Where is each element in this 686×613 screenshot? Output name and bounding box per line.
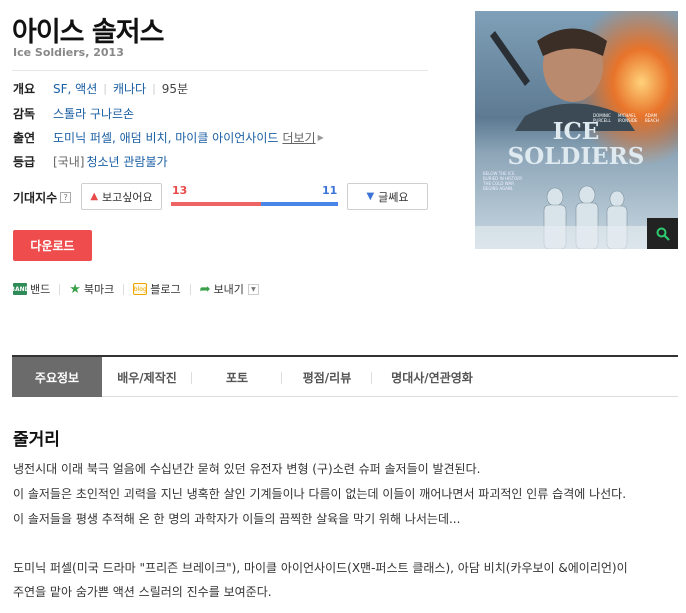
poster-cast3-last: BEACH — [645, 118, 659, 123]
synopsis-line: 도미닉 퍼셀(미국 드라마 "프리즌 브레이크"), 마이클 아이언사이드(X맨… — [13, 561, 628, 575]
movie-title: 아이스 솔저스 — [12, 17, 164, 48]
tab-bar: 주요정보 배우/제작진 포토 평점/리뷰 명대사/연관영화 — [12, 357, 678, 397]
share-band-label: 밴드 — [30, 283, 51, 296]
expectation-bar — [171, 202, 338, 206]
separator: | — [152, 81, 156, 95]
zoom-button[interactable] — [647, 218, 678, 249]
genre-link[interactable]: SF, 액션 — [53, 80, 97, 97]
separator — [59, 283, 61, 295]
chevron-down-icon[interactable]: ▼ — [247, 283, 259, 295]
tab-photo[interactable]: 포토 — [192, 357, 282, 397]
tab-quotes-related[interactable]: 명대사/연관영화 — [372, 357, 492, 397]
grade-link[interactable]: 청소년 관람불가 — [86, 153, 167, 170]
separator — [123, 283, 125, 295]
thumbs-down-icon: ▼ — [366, 191, 375, 202]
share-blog-label: 블로그 — [150, 283, 181, 296]
synopsis-line: 주연을 맡아 숨가쁜 액션 스릴러의 진수를 보여준다. — [13, 585, 272, 599]
poster-tagline4: BEGINS AGAIN. — [483, 186, 513, 191]
synopsis-title: 줄거리 — [13, 430, 60, 450]
poster-cast1-last: PURCELL — [593, 118, 611, 123]
synopsis-line: 냉전시대 이래 북극 얼음에 수십년간 묻혀 있던 유전자 변형 (구)소련 슈… — [13, 462, 481, 476]
info-director: 감독 스톨라 구나르손 — [13, 104, 134, 122]
info-overview: 개요 SF, 액션 | 캐나다 | 95분 — [13, 79, 188, 97]
tab-photo-label: 포토 — [225, 370, 249, 385]
share-bar: BAND 밴드 ★ 북마크 blog 블로그 ➦ 보내기 ▼ — [10, 281, 259, 297]
expectation-label-wrap: 기대지수 ? — [13, 189, 72, 206]
blog-icon: blog — [133, 283, 148, 295]
director-label: 감독 — [13, 106, 36, 121]
country-link[interactable]: 캐나다 — [113, 80, 146, 97]
share-bookmark[interactable]: ★ 북마크 — [69, 281, 114, 297]
synopsis-line: 이 솔저들은 초인적인 괴력을 지닌 냉혹한 살인 기계들이나 다름이 없는데 … — [13, 487, 627, 501]
expectation-label: 기대지수 — [13, 191, 58, 205]
tab-cast-crew-label: 배우/제작진 — [117, 370, 177, 385]
tab-reviews[interactable]: 평점/리뷰 — [282, 357, 372, 397]
download-button[interactable]: 다운로드 — [13, 230, 92, 261]
movie-poster[interactable]: ICE SOLDIERS DOMINIC PURCELL MICHAEL IRO… — [475, 11, 678, 249]
meh-count: 11 — [322, 184, 338, 197]
star-icon: ★ — [69, 281, 81, 297]
cast-label: 출연 — [13, 130, 36, 145]
tab-main-info[interactable]: 주요정보 — [12, 357, 102, 397]
share-send[interactable]: ➦ 보내기 ▼ — [200, 281, 259, 297]
poster-title-line2: SOLDIERS — [508, 143, 645, 170]
cast-link[interactable]: 도미닉 퍼셀, 애덤 비치, 마이클 아이언사이드 — [53, 129, 278, 146]
separator: | — [103, 81, 107, 95]
director-link[interactable]: 스톨라 구나르손 — [53, 105, 134, 122]
divider — [12, 70, 428, 71]
grade-prefix: [국내] — [53, 154, 85, 169]
info-cast: 출연 도미닉 퍼셀, 애덤 비치, 마이클 아이언사이드 더보기 ▶ — [13, 128, 324, 146]
zoom-icon — [656, 227, 670, 241]
share-bookmark-label: 북마크 — [83, 283, 115, 296]
cast-more-link[interactable]: 더보기 — [282, 129, 315, 146]
runtime: 95분 — [161, 81, 189, 96]
share-band[interactable]: BAND 밴드 — [10, 281, 51, 297]
question-icon[interactable]: ? — [60, 192, 72, 203]
chevron-right-icon: ▶ — [317, 132, 324, 142]
band-icon: BAND — [10, 283, 30, 295]
want-to-see-button[interactable]: ▲ 보고싶어요 — [81, 183, 162, 210]
separator — [189, 283, 191, 295]
poster-cast2-last: IRONSIDE — [618, 118, 638, 123]
tab-reviews-label: 평점/리뷰 — [302, 370, 352, 385]
grade-label: 등급 — [13, 154, 36, 169]
not-sure-label: 글쎄요 — [378, 190, 409, 204]
send-icon: ➦ — [199, 281, 211, 297]
synopsis-line: 이 솔저들을 평생 추적해 온 한 명의 과학자가 이들의 끔찍한 살육을 막기… — [13, 512, 461, 526]
overview-label: 개요 — [13, 81, 36, 96]
want-to-see-label: 보고싶어요 — [102, 190, 153, 204]
share-send-label: 보내기 — [213, 283, 244, 296]
expectation-bar-want-fill — [171, 202, 262, 206]
not-sure-button[interactable]: ▼ 글쎄요 — [347, 183, 428, 210]
want-count: 13 — [172, 184, 188, 197]
info-grade: 등급 [국내] 청소년 관람불가 — [13, 152, 168, 170]
tab-cast-crew[interactable]: 배우/제작진 — [102, 357, 192, 397]
share-blog[interactable]: blog 블로그 — [133, 281, 181, 297]
movie-original-title: Ice Soldiers, 2013 — [13, 46, 124, 59]
thumbs-up-icon: ▲ — [90, 191, 99, 202]
